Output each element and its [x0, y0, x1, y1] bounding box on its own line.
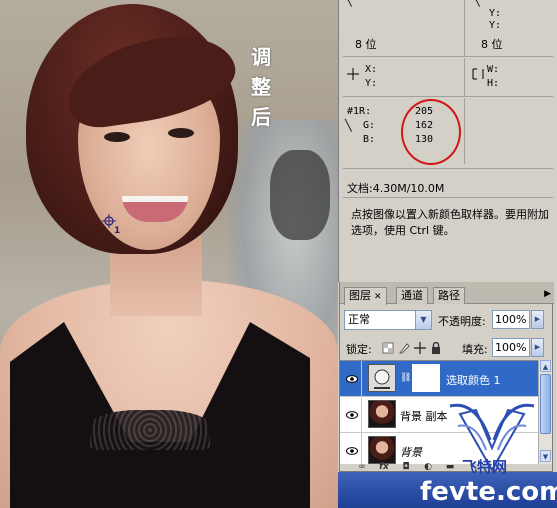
fill-input[interactable]: 100% [492, 338, 530, 357]
crosshair-icon [347, 68, 359, 80]
x-label: X: [365, 64, 378, 75]
divider [464, 98, 465, 164]
subject-lace-trim [90, 410, 210, 450]
fill-label: 填充: [462, 343, 488, 356]
channel-g-label: G: [363, 120, 376, 131]
adjustment-thumbnail [368, 364, 396, 392]
photo-canvas[interactable]: 调 整 后 1 [0, 0, 338, 508]
panel-menu-icon[interactable]: ▶ [544, 289, 551, 299]
divider [343, 56, 553, 57]
layer-thumbnail [368, 400, 396, 428]
bit-depth-right: 8 位 [481, 38, 503, 51]
tab-channels[interactable]: 通道 [396, 287, 428, 304]
layer-row-selective-color[interactable]: ⛓ 选取颜色 1 [340, 361, 540, 397]
channel-b-label: B: [363, 134, 376, 145]
lock-all-icon[interactable] [430, 342, 442, 354]
sampler-label: #1R: [347, 106, 372, 117]
y-label: Y: [489, 8, 502, 19]
h-label: H: [487, 78, 500, 89]
panel-tabs: 图层 ✕ 通道 路径 ▶ [340, 282, 554, 305]
divider [343, 168, 553, 169]
divider [464, 58, 465, 96]
scroll-down-icon[interactable]: ▼ [540, 450, 551, 462]
caption-char: 后 [251, 105, 271, 129]
scroll-up-icon[interactable]: ▲ [540, 360, 551, 372]
y-label: Y: [365, 78, 378, 89]
opacity-input[interactable]: 100% [492, 310, 530, 329]
layer-name[interactable]: 选取颜色 1 [446, 372, 501, 388]
layers-scrollbar[interactable]: ▲ ▼ [538, 360, 552, 464]
caption-char: 整 [251, 75, 271, 99]
watermark-brand: 飞特网 [462, 458, 508, 476]
opacity-arrow-icon[interactable]: ▶ [531, 310, 544, 329]
layer-name[interactable]: 背景 [400, 444, 422, 460]
tab-paths[interactable]: 路径 [433, 287, 465, 304]
scroll-thumb[interactable] [540, 374, 551, 434]
eye-icon [346, 411, 358, 419]
opacity-label: 不透明度: [438, 315, 486, 328]
bit-depth-left: 8 位 [355, 38, 377, 51]
w-label: W: [487, 64, 500, 75]
caption-char: 调 [251, 45, 271, 69]
eye-icon [346, 375, 358, 383]
size-bracket-icon [472, 68, 484, 80]
visibility-toggle[interactable] [342, 361, 362, 397]
tool-hint: 点按图像以置入新颜色取样器。要用附加选项，使用 Ctrl 键。 [351, 208, 549, 237]
divider [343, 96, 553, 97]
lock-brush-icon[interactable] [398, 342, 410, 354]
close-icon[interactable]: ✕ [374, 292, 382, 302]
fill-arrow-icon[interactable]: ▶ [531, 338, 544, 357]
blend-mode-select[interactable]: 正常 ▼ [344, 310, 432, 330]
layer-name[interactable]: 背景 副本 [400, 408, 448, 424]
annotation-circle [401, 99, 461, 165]
blend-mode-value: 正常 [348, 313, 370, 326]
layer-thumbnail [368, 436, 396, 464]
lock-label: 锁定: [346, 343, 372, 356]
lock-move-icon[interactable] [414, 342, 426, 354]
eye-icon [346, 447, 358, 455]
sampler-number: 1 [114, 226, 121, 236]
eyedropper-icon: ╲ [345, 0, 352, 7]
eyedropper-icon: ╲ [473, 0, 480, 7]
watermark-site: fevte.com [420, 477, 557, 507]
background-figure [270, 150, 330, 240]
lock-transparency-icon[interactable] [382, 342, 394, 354]
subject-eye-left [104, 132, 130, 142]
photo-caption: 调 整 后 [247, 42, 275, 132]
visibility-toggle[interactable] [342, 397, 362, 433]
subject-eye-right [168, 128, 194, 138]
divider [464, 0, 465, 56]
chevron-down-icon[interactable]: ▼ [415, 311, 431, 329]
chain-link-icon[interactable]: ⛓ [400, 373, 411, 383]
sampler-eyedropper-icon: ╲ [345, 119, 352, 132]
divider [343, 197, 553, 198]
tab-layers[interactable]: 图层 ✕ [344, 287, 387, 305]
y-label: Y: [489, 20, 502, 31]
document-size: 文档:4.30M/10.0M [347, 182, 445, 195]
adjustment-circle-icon [374, 369, 390, 389]
mask-thumbnail[interactable] [412, 364, 440, 392]
visibility-toggle[interactable] [342, 433, 362, 464]
